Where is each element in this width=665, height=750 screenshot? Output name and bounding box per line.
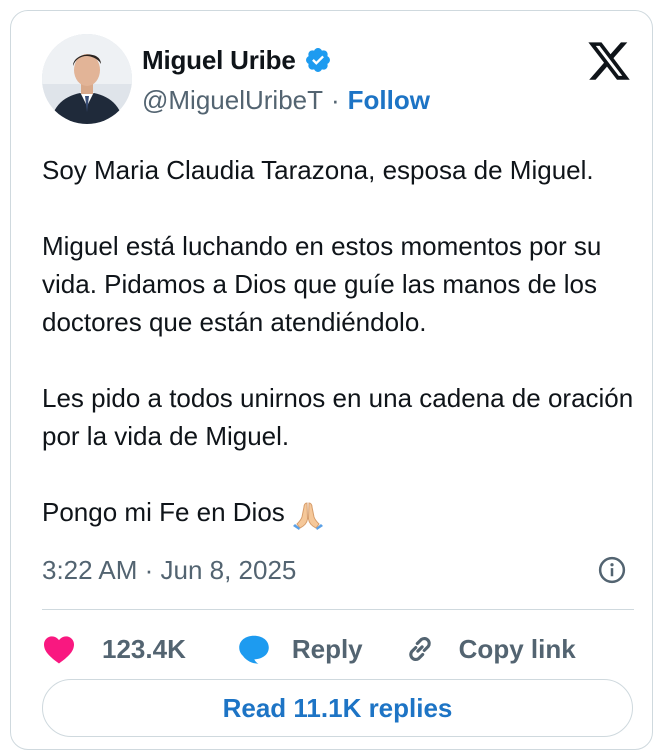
tweet-card: Miguel Uribe @MiguelUribeT · Follow Soy …	[10, 10, 653, 750]
like-button[interactable]: 123.4K	[42, 634, 186, 665]
like-count: 123.4K	[102, 633, 186, 664]
tweet-paragraph: Les pido a todos unirnos en una cadena d…	[42, 383, 634, 451]
author-handle-row: @MiguelUribeT · Follow	[142, 83, 430, 117]
tweet-paragraph-last: Pongo mi Fe en Dios	[42, 493, 642, 531]
copy-link-button[interactable]: Copy link	[403, 632, 576, 666]
tweet-paragraph-text: Pongo mi Fe en Dios	[42, 497, 285, 527]
reply-label: Reply	[291, 633, 363, 664]
author-handle[interactable]: @MiguelUribeT	[142, 85, 323, 116]
heart-icon	[44, 636, 74, 664]
separator-dot: ·	[331, 84, 340, 115]
tweet-timestamp[interactable]: 3:22 AM · Jun 8, 2025	[42, 553, 296, 587]
tweet-paragraph: Miguel está luchando en estos momentos p…	[42, 231, 602, 337]
reply-bubble-icon	[239, 635, 269, 664]
follow-button[interactable]: Follow	[348, 85, 430, 116]
author-name-row: Miguel Uribe	[142, 43, 332, 77]
verified-badge-icon	[304, 46, 332, 74]
tweet-text: Soy Maria Claudia Tarazona, esposa de Mi…	[42, 151, 642, 569]
reply-button[interactable]: Reply	[236, 632, 363, 666]
action-bar: 123.4K Reply Copy link	[42, 621, 576, 677]
copy-link-label: Copy link	[458, 633, 576, 664]
author-name[interactable]: Miguel Uribe	[142, 45, 296, 76]
x-logo-icon[interactable]	[586, 38, 632, 84]
folded-hands-icon	[291, 497, 325, 531]
info-icon[interactable]	[597, 555, 627, 585]
read-replies-button[interactable]: Read 11.1K replies	[42, 679, 633, 737]
avatar[interactable]	[42, 34, 132, 124]
divider	[42, 609, 634, 610]
link-icon	[408, 636, 431, 662]
tweet-paragraph: Soy Maria Claudia Tarazona, esposa de Mi…	[42, 155, 594, 185]
